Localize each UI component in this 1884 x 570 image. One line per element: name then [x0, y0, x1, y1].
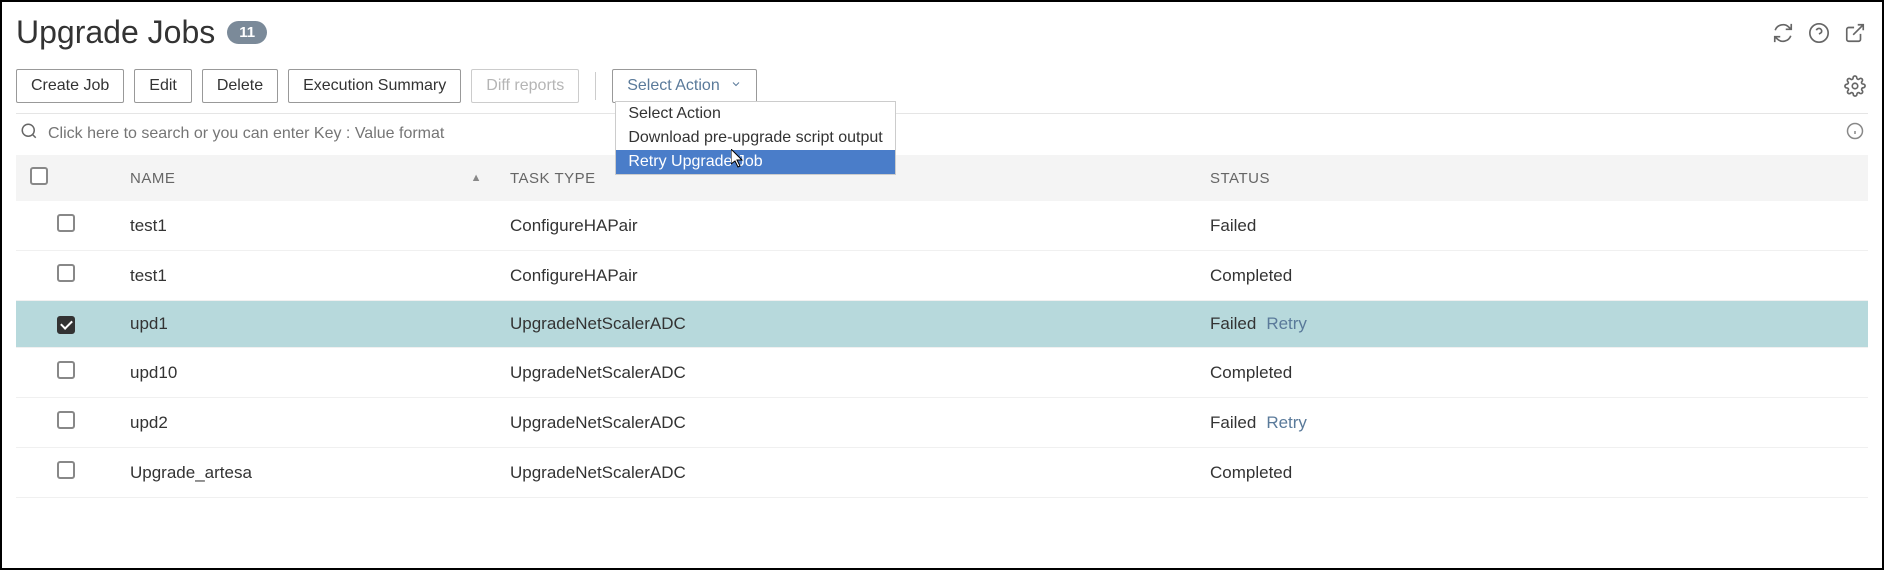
column-status-label: STATUS: [1210, 170, 1270, 187]
execution-summary-button[interactable]: Execution Summary: [288, 69, 461, 103]
popout-icon[interactable]: [1842, 20, 1868, 46]
row-status: Failed Retry: [1196, 301, 1868, 348]
status-text: Completed: [1210, 463, 1292, 482]
row-checkbox[interactable]: [57, 361, 75, 379]
search-input[interactable]: [48, 125, 1836, 143]
dropdown-item-download[interactable]: Download pre-upgrade script output: [616, 126, 894, 150]
row-task: UpgradeNetScalerADC: [496, 348, 1196, 398]
table-row[interactable]: upd10UpgradeNetScalerADC Completed: [16, 348, 1868, 398]
select-action-label: Select Action: [627, 77, 720, 95]
info-icon[interactable]: [1846, 122, 1864, 145]
row-name: upd2: [116, 398, 496, 448]
status-text: Failed: [1210, 413, 1256, 432]
row-checkbox[interactable]: [57, 411, 75, 429]
edit-button[interactable]: Edit: [134, 69, 192, 103]
status-text: Completed: [1210, 266, 1292, 285]
row-name: Upgrade_artesa: [116, 448, 496, 498]
row-task: UpgradeNetScalerADC: [496, 398, 1196, 448]
jobs-table: NAME ▲ TASK TYPE STATUS test1ConfigureHAP…: [16, 155, 1868, 498]
retry-link[interactable]: Retry: [1266, 314, 1307, 333]
table-body: test1ConfigureHAPairFailedtest1Configure…: [16, 201, 1868, 498]
select-action-dropdown[interactable]: Select Action Select Action Download pre…: [612, 69, 757, 103]
search-row: [16, 114, 1868, 155]
column-task-label: TASK TYPE: [510, 170, 596, 187]
page-title: Upgrade Jobs: [16, 14, 215, 51]
count-badge: 11: [227, 21, 267, 44]
sort-asc-icon: ▲: [471, 172, 482, 184]
table-row[interactable]: test1ConfigureHAPair Completed: [16, 251, 1868, 301]
row-status: Failed: [1196, 201, 1868, 251]
row-name: upd10: [116, 348, 496, 398]
create-job-button[interactable]: Create Job: [16, 69, 124, 103]
row-checkbox[interactable]: [57, 461, 75, 479]
gear-icon[interactable]: [1842, 73, 1868, 99]
select-all-checkbox[interactable]: [30, 167, 48, 185]
row-name: test1: [116, 201, 496, 251]
status-text: Failed: [1210, 216, 1256, 235]
row-checkbox[interactable]: [57, 214, 75, 232]
title-wrap: Upgrade Jobs 11: [16, 14, 267, 51]
dropdown-item-retry[interactable]: Retry Upgrade Job: [616, 150, 894, 174]
row-name: upd1: [116, 301, 496, 348]
row-checkbox[interactable]: [57, 264, 75, 282]
row-task: ConfigureHAPair: [496, 251, 1196, 301]
table-row[interactable]: upd1UpgradeNetScalerADC Failed Retry: [16, 301, 1868, 348]
chevron-down-icon: [730, 77, 742, 95]
column-name[interactable]: NAME ▲: [116, 155, 496, 201]
row-status: Completed: [1196, 348, 1868, 398]
diff-reports-button: Diff reports: [471, 69, 579, 103]
row-checkbox[interactable]: [57, 316, 75, 334]
table-row[interactable]: Upgrade_artesaUpgradeNetScalerADC Complet…: [16, 448, 1868, 498]
dropdown-item-select[interactable]: Select Action: [616, 102, 894, 126]
table-row[interactable]: upd2UpgradeNetScalerADC Failed Retry: [16, 398, 1868, 448]
status-text: Completed: [1210, 363, 1292, 382]
retry-link[interactable]: Retry: [1266, 413, 1307, 432]
row-status: Completed: [1196, 448, 1868, 498]
toolbar-divider: [595, 72, 596, 100]
row-task: ConfigureHAPair: [496, 201, 1196, 251]
status-text: Failed: [1210, 314, 1256, 333]
header-icons: [1770, 20, 1868, 46]
header-checkbox-cell: [16, 155, 116, 201]
row-status: Failed Retry: [1196, 398, 1868, 448]
search-icon[interactable]: [20, 122, 38, 145]
delete-button[interactable]: Delete: [202, 69, 278, 103]
row-name: test1: [116, 251, 496, 301]
page-header: Upgrade Jobs 11: [16, 14, 1868, 51]
column-name-label: NAME: [130, 170, 175, 187]
table-header-row: NAME ▲ TASK TYPE STATUS: [16, 155, 1868, 201]
row-task: UpgradeNetScalerADC: [496, 448, 1196, 498]
row-status: Completed: [1196, 251, 1868, 301]
select-action-menu: Select Action Download pre-upgrade scrip…: [615, 101, 895, 175]
help-icon[interactable]: [1806, 20, 1832, 46]
table-row[interactable]: test1ConfigureHAPair Failed: [16, 201, 1868, 251]
column-status[interactable]: STATUS: [1196, 155, 1868, 201]
page-container: Upgrade Jobs 11 Create Job Edit Delete E…: [0, 0, 1884, 570]
row-task: UpgradeNetScalerADC: [496, 301, 1196, 348]
toolbar: Create Job Edit Delete Execution Summary…: [16, 69, 1868, 114]
refresh-icon[interactable]: [1770, 20, 1796, 46]
